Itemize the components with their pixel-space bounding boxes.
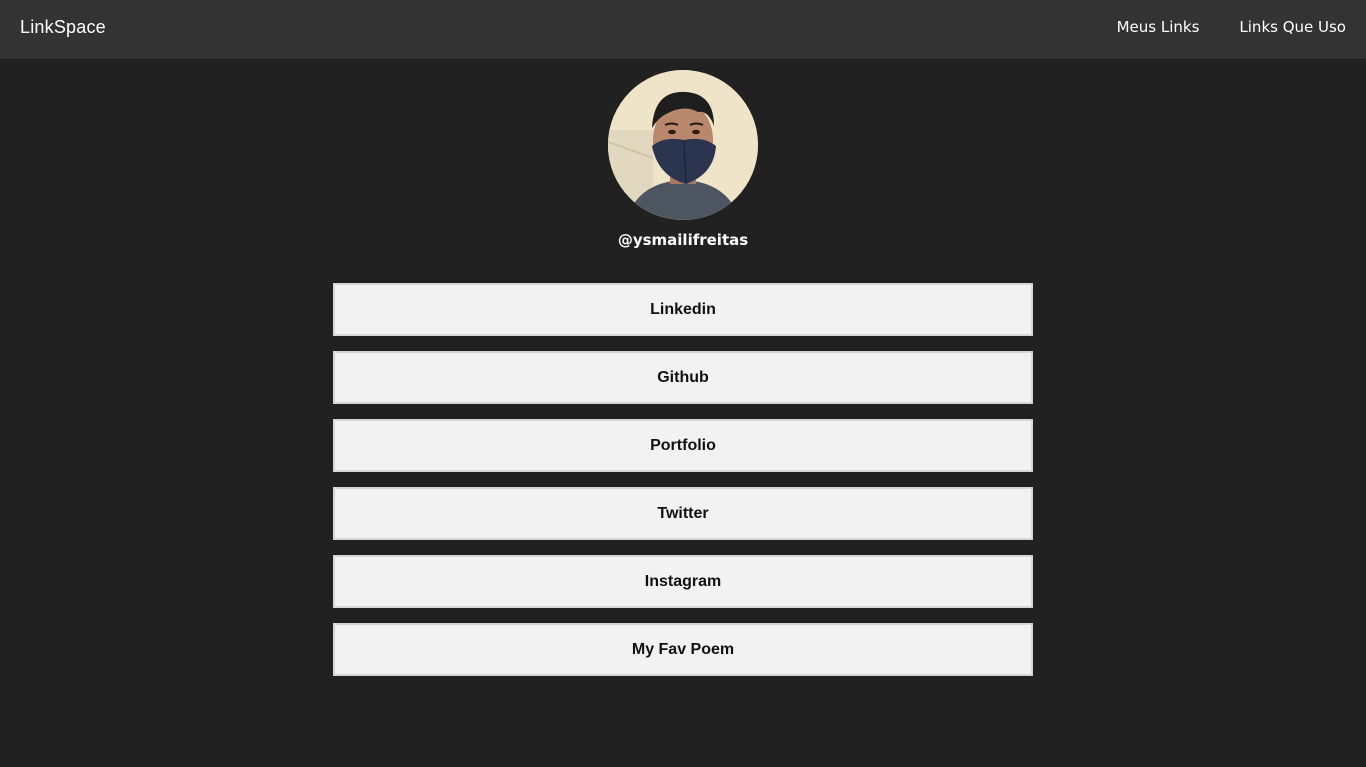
- nav-menu: Meus Links Links Que Uso: [1117, 18, 1346, 36]
- link-button-github[interactable]: Github: [333, 351, 1033, 404]
- link-button-linkedin[interactable]: Linkedin: [333, 283, 1033, 336]
- link-button-portfolio[interactable]: Portfolio: [333, 419, 1033, 472]
- nav-link-meus-links[interactable]: Meus Links: [1117, 18, 1200, 36]
- link-list: Linkedin Github Portfolio Twitter Instag…: [333, 283, 1033, 691]
- brand-logo[interactable]: LinkSpace: [20, 17, 106, 38]
- profile-handle: @ysmailifreitas: [617, 231, 749, 249]
- link-button-twitter[interactable]: Twitter: [333, 487, 1033, 540]
- avatar: [608, 70, 758, 220]
- link-button-instagram[interactable]: Instagram: [333, 555, 1033, 608]
- profile-section: @ysmailifreitas: [0, 70, 1366, 249]
- link-button-my-fav-poem[interactable]: My Fav Poem: [333, 623, 1033, 676]
- nav-link-links-que-uso[interactable]: Links Que Uso: [1239, 18, 1346, 36]
- avatar-photo: [608, 70, 758, 220]
- top-navbar: LinkSpace Meus Links Links Que Uso: [0, 0, 1366, 59]
